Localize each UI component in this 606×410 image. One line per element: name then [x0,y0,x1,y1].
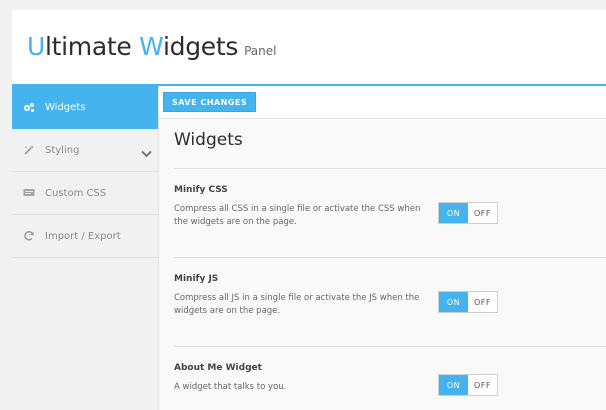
minify-css-toggle[interactable]: ON OFF [438,202,498,224]
title-initial-w: W [139,32,163,61]
toggle-off-option[interactable]: OFF [468,292,497,312]
setting-name: About Me Widget [174,363,262,373]
css-icon [13,188,45,198]
setting-minify-css: Minify CSS Compress all CSS in a single … [174,168,606,258]
sidebar-item-label: Widgets [45,101,86,113]
toggle-off-option[interactable]: OFF [468,375,497,395]
setting-about-me-widget: About Me Widget A widget that talks to y… [174,346,606,410]
toggle-off-option[interactable]: OFF [468,203,497,223]
sidebar-item-label: Import / Export [45,230,121,242]
page-subtitle: Panel [244,44,277,58]
sidebar-item-import-export[interactable]: Import / Export [12,215,158,258]
chevron-down-icon[interactable] [141,143,152,162]
sidebar-item-styling[interactable]: Styling [12,129,158,172]
toolbar: SAVE CHANGES [159,86,606,119]
setting-description: Compress all JS in a single file or acti… [174,293,420,316]
sidebar-item-widgets[interactable]: Widgets [12,86,158,129]
toggle-on-option[interactable]: ON [439,292,468,312]
refresh-icon [13,230,45,242]
magic-wand-icon [13,144,45,156]
sidebar: Widgets Styling Custom CSS Import / Expo… [12,86,159,410]
section-title: Widgets [174,130,243,150]
save-changes-button[interactable]: SAVE CHANGES [163,92,257,112]
title-part-idgets: idgets [162,32,239,61]
minify-js-toggle[interactable]: ON OFF [438,291,498,313]
title-part-ltimate: ltimate [45,32,140,61]
sidebar-item-custom-css[interactable]: Custom CSS [12,172,158,215]
setting-description: A widget that talks to you. [174,382,287,392]
setting-description: Compress all CSS in a single file or act… [174,204,421,227]
toggle-on-option[interactable]: ON [439,375,468,395]
header: Ultimate Widgets Panel [12,10,606,86]
page-title: Ultimate Widgets Panel [27,32,276,61]
sidebar-item-label: Custom CSS [45,187,107,199]
gears-icon [13,102,45,113]
toggle-on-option[interactable]: ON [439,203,468,223]
main-panel: SAVE CHANGES Widgets Minify CSS Compress… [159,86,606,410]
title-initial-u: U [27,32,45,61]
about-me-widget-toggle[interactable]: ON OFF [438,374,498,396]
sidebar-item-label: Styling [45,144,80,156]
setting-name: Minify CSS [174,185,228,195]
setting-minify-js: Minify JS Compress all JS in a single fi… [174,257,606,347]
app-frame: Ultimate Widgets Panel Widgets Styling C… [12,10,606,410]
setting-name: Minify JS [174,274,219,284]
